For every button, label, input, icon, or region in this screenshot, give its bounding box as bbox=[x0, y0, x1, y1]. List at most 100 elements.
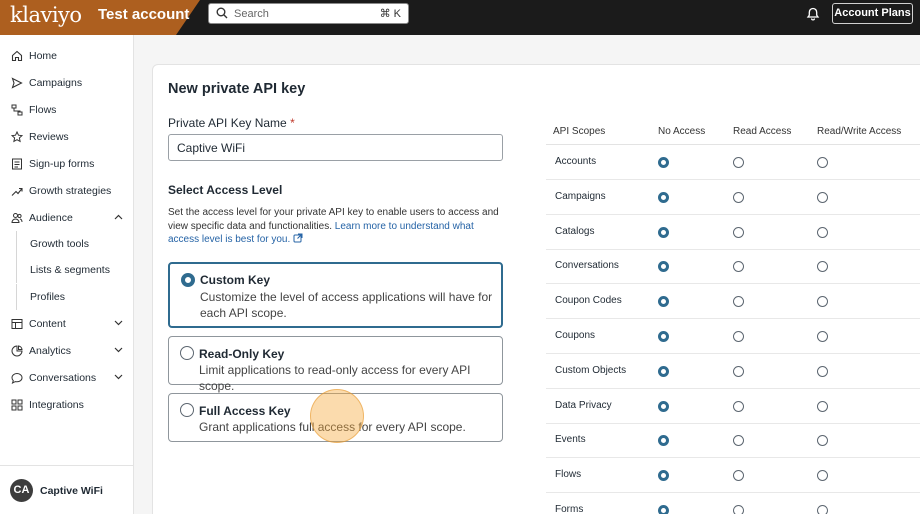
scope-name: Campaigns bbox=[555, 190, 606, 202]
read-access-radio[interactable] bbox=[733, 296, 744, 308]
analytics-icon bbox=[11, 345, 23, 357]
no-access-radio[interactable] bbox=[658, 296, 669, 308]
read-access-radio[interactable] bbox=[733, 331, 744, 342]
sidebar-item-campaigns[interactable]: Campaigns bbox=[0, 70, 134, 96]
chevron-up-icon bbox=[114, 214, 123, 220]
home-icon bbox=[11, 50, 23, 62]
avatar[interactable]: CA bbox=[10, 479, 33, 502]
form-icon bbox=[12, 158, 22, 170]
no-access-radio[interactable] bbox=[658, 470, 669, 482]
read-write-access-radio[interactable] bbox=[817, 400, 828, 412]
send-icon bbox=[11, 77, 23, 89]
sidebar-item-label: Growth tools bbox=[30, 238, 89, 250]
audience-icon bbox=[11, 213, 23, 223]
read-write-access-radio[interactable] bbox=[817, 296, 828, 308]
chevron-down-icon bbox=[114, 374, 123, 380]
custom-key-radio[interactable] bbox=[181, 273, 195, 287]
required-mark: * bbox=[290, 116, 295, 130]
read-write-access-radio[interactable] bbox=[817, 470, 828, 482]
no-access-radio[interactable] bbox=[658, 505, 669, 514]
read-access-radio[interactable] bbox=[733, 470, 744, 482]
read-access-radio[interactable] bbox=[733, 226, 744, 238]
read-write-access-radio[interactable] bbox=[817, 331, 828, 342]
header-read-write-access: Read/Write Access bbox=[817, 126, 902, 137]
option-read-only-key[interactable]: Read-Only Key Limit applications to read… bbox=[168, 336, 503, 393]
sidebar: Home Campaigns Flows Reviews Sign-up for… bbox=[0, 35, 134, 514]
page-title: New private API key bbox=[168, 81, 306, 97]
no-access-radio[interactable] bbox=[658, 191, 669, 203]
sidebar-item-reviews[interactable]: Reviews bbox=[0, 124, 134, 150]
sidebar-item-label: Analytics bbox=[29, 345, 72, 357]
sidebar-item-home[interactable]: Home bbox=[0, 43, 134, 69]
search-shortcut: ⌘ K bbox=[379, 8, 401, 20]
star-icon bbox=[11, 131, 23, 143]
key-name-input[interactable] bbox=[168, 134, 503, 161]
read-access-radio[interactable] bbox=[733, 191, 744, 203]
content-icon bbox=[11, 319, 23, 329]
table-row: Data Privacy bbox=[546, 389, 920, 424]
sidebar-item-label: Campaigns bbox=[29, 77, 83, 89]
sidebar-item-growth-strategies[interactable]: Growth strategies bbox=[0, 178, 134, 204]
read-write-access-radio[interactable] bbox=[817, 226, 828, 238]
sidebar-item-lists-segments[interactable]: Lists & segments bbox=[16, 257, 134, 283]
account-name[interactable]: Captive WiFi bbox=[40, 485, 103, 497]
external-link-icon bbox=[293, 233, 303, 243]
sidebar-item-flows[interactable]: Flows bbox=[0, 97, 134, 123]
sidebar-divider bbox=[0, 465, 134, 466]
table-row: Accounts bbox=[546, 145, 920, 180]
table-header: API Scopes No Access Read Access Read/Wr… bbox=[546, 119, 920, 145]
no-access-radio[interactable] bbox=[658, 261, 669, 273]
table-row: Coupon Codes bbox=[546, 284, 920, 320]
read-write-access-radio[interactable] bbox=[817, 435, 828, 447]
scope-name: Catalogs bbox=[555, 225, 595, 237]
no-access-radio[interactable] bbox=[658, 365, 669, 377]
read-write-access-radio[interactable] bbox=[817, 191, 828, 203]
read-write-access-radio[interactable] bbox=[817, 365, 828, 377]
read-access-radio[interactable] bbox=[733, 505, 744, 514]
search-input[interactable]: Search ⌘ K bbox=[208, 3, 409, 24]
scope-name: Coupons bbox=[555, 330, 596, 341]
sidebar-item-analytics[interactable]: Analytics bbox=[0, 338, 134, 364]
sidebar-item-label: Reviews bbox=[29, 131, 69, 143]
read-access-radio[interactable] bbox=[733, 435, 744, 447]
no-access-radio[interactable] bbox=[658, 400, 669, 412]
sidebar-item-label: Conversations bbox=[29, 372, 97, 384]
no-access-radio[interactable] bbox=[658, 157, 669, 168]
option-description: Customize the level of access applicatio… bbox=[200, 290, 493, 320]
sidebar-item-label: Lists & segments bbox=[30, 264, 110, 276]
table-row: Custom Objects bbox=[546, 354, 920, 389]
sidebar-item-profiles[interactable]: Profiles bbox=[16, 284, 134, 310]
account-plans-button[interactable]: Account Plans bbox=[832, 3, 913, 24]
option-title: Full Access Key bbox=[199, 404, 291, 418]
read-write-access-radio[interactable] bbox=[817, 261, 828, 273]
sidebar-item-content[interactable]: Content bbox=[0, 311, 134, 337]
read-only-key-radio[interactable] bbox=[180, 346, 194, 360]
no-access-radio[interactable] bbox=[658, 435, 669, 447]
sidebar-item-integrations[interactable]: Integrations bbox=[0, 392, 134, 418]
sidebar-item-audience[interactable]: Audience bbox=[0, 205, 134, 231]
read-access-radio[interactable] bbox=[733, 365, 744, 377]
sidebar-item-label: Flows bbox=[29, 104, 57, 116]
sidebar-item-label: Sign-up forms bbox=[29, 158, 95, 170]
bell-icon[interactable] bbox=[806, 7, 820, 21]
table-row: Campaigns bbox=[546, 180, 920, 215]
table-row: Events bbox=[546, 423, 920, 459]
full-access-key-radio[interactable] bbox=[180, 403, 194, 417]
read-write-access-radio[interactable] bbox=[817, 505, 828, 514]
table-row: Forms bbox=[546, 493, 920, 514]
read-write-access-radio[interactable] bbox=[817, 157, 828, 168]
sidebar-item-signup-forms[interactable]: Sign-up forms bbox=[0, 151, 134, 177]
read-access-radio[interactable] bbox=[733, 400, 744, 412]
sidebar-item-conversations[interactable]: Conversations bbox=[0, 365, 134, 391]
no-access-radio[interactable] bbox=[658, 331, 669, 342]
read-access-radio[interactable] bbox=[733, 157, 744, 168]
scope-name: Conversations bbox=[555, 260, 619, 272]
klaviyo-logo[interactable]: klaviyo bbox=[10, 3, 82, 27]
read-access-radio[interactable] bbox=[733, 261, 744, 273]
header-api-scopes: API Scopes bbox=[553, 126, 606, 137]
no-access-radio[interactable] bbox=[658, 226, 669, 238]
option-custom-key[interactable]: Custom Key Customize the level of access… bbox=[168, 262, 503, 328]
access-level-description: Set the access level for your private AP… bbox=[168, 206, 503, 247]
sidebar-item-label: Home bbox=[29, 50, 58, 62]
sidebar-item-growth-tools[interactable]: Growth tools bbox=[16, 231, 134, 257]
